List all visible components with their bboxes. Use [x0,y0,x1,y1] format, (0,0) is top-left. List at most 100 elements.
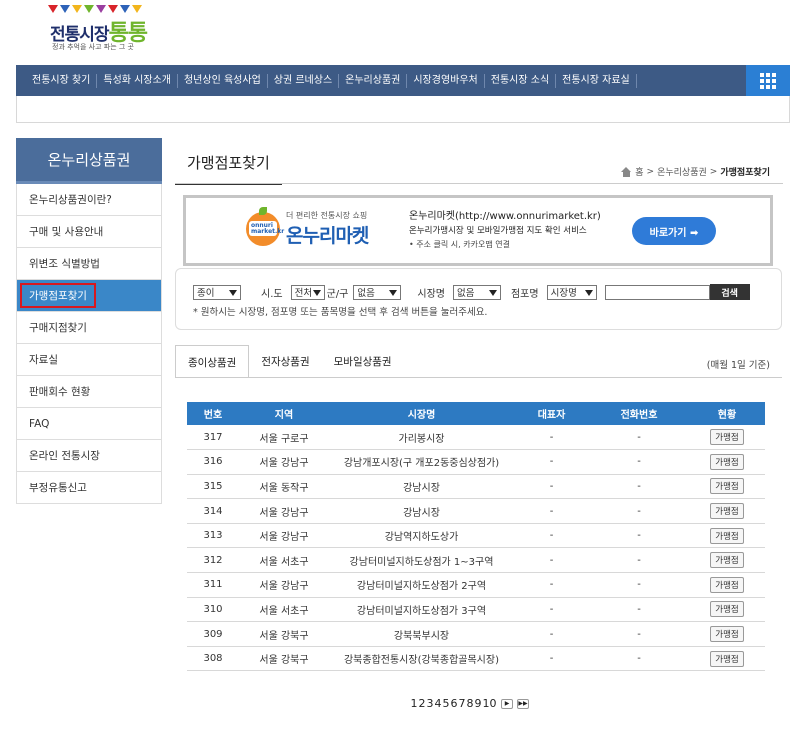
onnuri-market-logo: onnuri market.kr 더 편리한 전통시장 쇼핑 온누리마켓 [246,207,369,248]
tab-electronic-voucher[interactable]: 전자상품권 [249,345,321,378]
cell-status: 가맹점 [689,621,765,647]
banner-line-3: • 주소 클릭 시, 카카오맵 연결 [409,240,510,249]
sido-select[interactable]: 전처 [290,284,325,300]
table-header-row: 번호 지역 시장명 대표자 전화번호 현황 [187,402,765,425]
page-link[interactable]: 2 [418,697,426,710]
table-row: 311 서울 강남구 강남터미널지하도상점가 2구역 - - 가맹점 [187,572,765,598]
page-link[interactable]: 6 [450,697,458,710]
cell-market: 가리봉시장 [329,425,514,451]
breadcrumb-current: 가맹점포찾기 [720,168,770,178]
page-link[interactable]: 8 [466,697,474,710]
sidebar-item-sales-status[interactable]: 판매회수 현황 [16,376,162,408]
cell-status: 가맹점 [689,498,765,524]
sidebar-item-store-search[interactable]: 가맹점포찾기 [16,280,162,312]
store-status-button[interactable]: 가맹점 [710,576,744,593]
store-status-button[interactable]: 가맹점 [710,626,744,643]
flag-decoration [84,5,94,13]
cell-phone: - [589,547,689,574]
tab-paper-voucher[interactable]: 종이상품권 [175,345,250,378]
page-link[interactable]: 1 [410,697,418,710]
store-status-button[interactable]: 가맹점 [710,429,744,446]
tab-mobile-voucher[interactable]: 모바일상품권 [322,345,404,378]
page-link[interactable]: 4 [434,697,442,710]
nav-item-special-markets[interactable]: 특성화 시장소개 [97,73,178,88]
store-label: 점포명 [510,288,539,300]
cell-status: 가맹점 [689,523,765,549]
chevron-down-icon [488,289,497,296]
cell-number: 315 [187,474,239,500]
gugun-select[interactable]: 없음 [353,284,402,300]
cell-market: 강남역지하도상가 [329,523,514,549]
sido-label: 시.도 [261,288,283,300]
store-status-button[interactable]: 가맹점 [710,601,744,618]
flag-decoration [48,5,58,13]
banner-description: 온누리마켓(http://www.onnurimarket.kr) 온누리가맹시… [409,210,601,252]
page-link[interactable]: 9 [474,697,482,710]
cell-region: 서울 강남구 [239,572,329,598]
nav-item-news[interactable]: 전통시장 소식 [485,73,557,88]
sidebar-item-faq[interactable]: FAQ [16,408,162,440]
store-status-button[interactable]: 가맹점 [710,552,744,569]
store-select[interactable]: 시장명 [546,284,597,300]
cell-phone: - [589,597,689,623]
cell-number: 311 [187,572,239,598]
all-menu-button[interactable] [746,65,790,96]
sidebar-item-resources[interactable]: 자료실 [16,344,162,376]
home-icon[interactable] [621,166,632,177]
flag-decoration [72,5,82,13]
store-status-button[interactable]: 가맹점 [710,503,744,520]
store-status-button[interactable]: 가맹점 [710,527,744,544]
go-to-market-button[interactable]: 바로가기 ➡ [632,217,716,245]
cell-status: 가맹점 [689,597,765,623]
sidebar-item-about[interactable]: 온누리상품권이란? [16,184,162,216]
nav-item-renaissance[interactable]: 상권 르네상스 [268,73,340,88]
breadcrumb-home[interactable]: 홈 [635,165,643,178]
cell-region: 서울 강남구 [239,498,329,524]
site-logo[interactable]: 전통시장통통 정과 추억을 사고 파는 그 곳 [40,5,180,55]
page-link[interactable]: 3 [426,697,434,710]
voucher-type-select[interactable]: 종이 [193,284,241,300]
cell-phone: - [589,646,689,672]
last-page-icon[interactable]: ▶▶ [517,698,529,709]
chevron-down-icon [389,289,398,296]
table-row: 314 서울 강남구 강남시장 - - 가맹점 [187,498,765,524]
nav-item-young-merchants[interactable]: 청년상인 육성사업 [178,73,268,88]
cell-market: 강북종합전통시장(강북종합골목시장) [329,646,514,672]
page-link[interactable]: 7 [458,697,466,710]
page-link[interactable]: 10 [482,697,497,710]
cell-market: 강남시장 [329,498,514,524]
nav-item-voucher[interactable]: 시장경영바우처 [407,73,485,88]
sub-nav-bar [16,96,790,123]
cell-market: 강남터미널지하도상점가 1~3구역 [329,547,514,574]
table-row: 312 서울 서초구 강남터미널지하도상점가 1~3구역 - - 가맹점 [187,547,765,574]
banner-tagline: 더 편리한 전통시장 쇼핑 [286,211,368,220]
breadcrumb-section[interactable]: 온누리상품권 [657,165,707,178]
cell-phone: - [589,523,689,549]
nav-item-market-search[interactable]: 전통시장 찾기 [16,73,98,88]
nav-item-archive[interactable]: 전통시장 자료실 [556,73,637,88]
search-button[interactable]: 검색 [709,284,750,300]
banner-brand: 온누리마켓 [286,225,369,247]
cell-market: 강남터미널지하도상점가 2구역 [329,572,514,598]
sidebar-item-counterfeit[interactable]: 위변조 식별방법 [16,248,162,280]
sidebar-item-online-market[interactable]: 온라인 전통시장 [16,440,162,472]
store-status-button[interactable]: 가맹점 [710,650,744,667]
next-page-icon[interactable]: ▶ [501,698,513,709]
sidebar-item-report[interactable]: 부정유통신고 [16,472,162,504]
table-row: 309 서울 강북구 강북북부시장 - - 가맹점 [187,621,765,647]
page-link[interactable]: 5 [442,697,450,710]
market-select[interactable]: 없음 [452,284,501,300]
store-status-button[interactable]: 가맹점 [710,478,744,495]
store-status-button[interactable]: 가맹점 [710,453,744,470]
sidebar-item-branch-search[interactable]: 구매지점찾기 [16,312,162,344]
search-input[interactable] [604,284,710,300]
voucher-tabs: 종이상품권 전자상품권 모바일상품권 [175,345,404,378]
col-header-region: 지역 [239,402,329,425]
sidebar-item-purchase-guide[interactable]: 구매 및 사용안내 [16,216,162,248]
flag-decoration [96,5,106,13]
cell-owner: - [514,646,589,672]
cell-phone: - [589,449,689,475]
nav-item-onnuri[interactable]: 온누리상품권 [339,73,408,88]
cell-region: 서울 서초구 [239,597,329,623]
breadcrumb-separator: > [646,166,655,177]
